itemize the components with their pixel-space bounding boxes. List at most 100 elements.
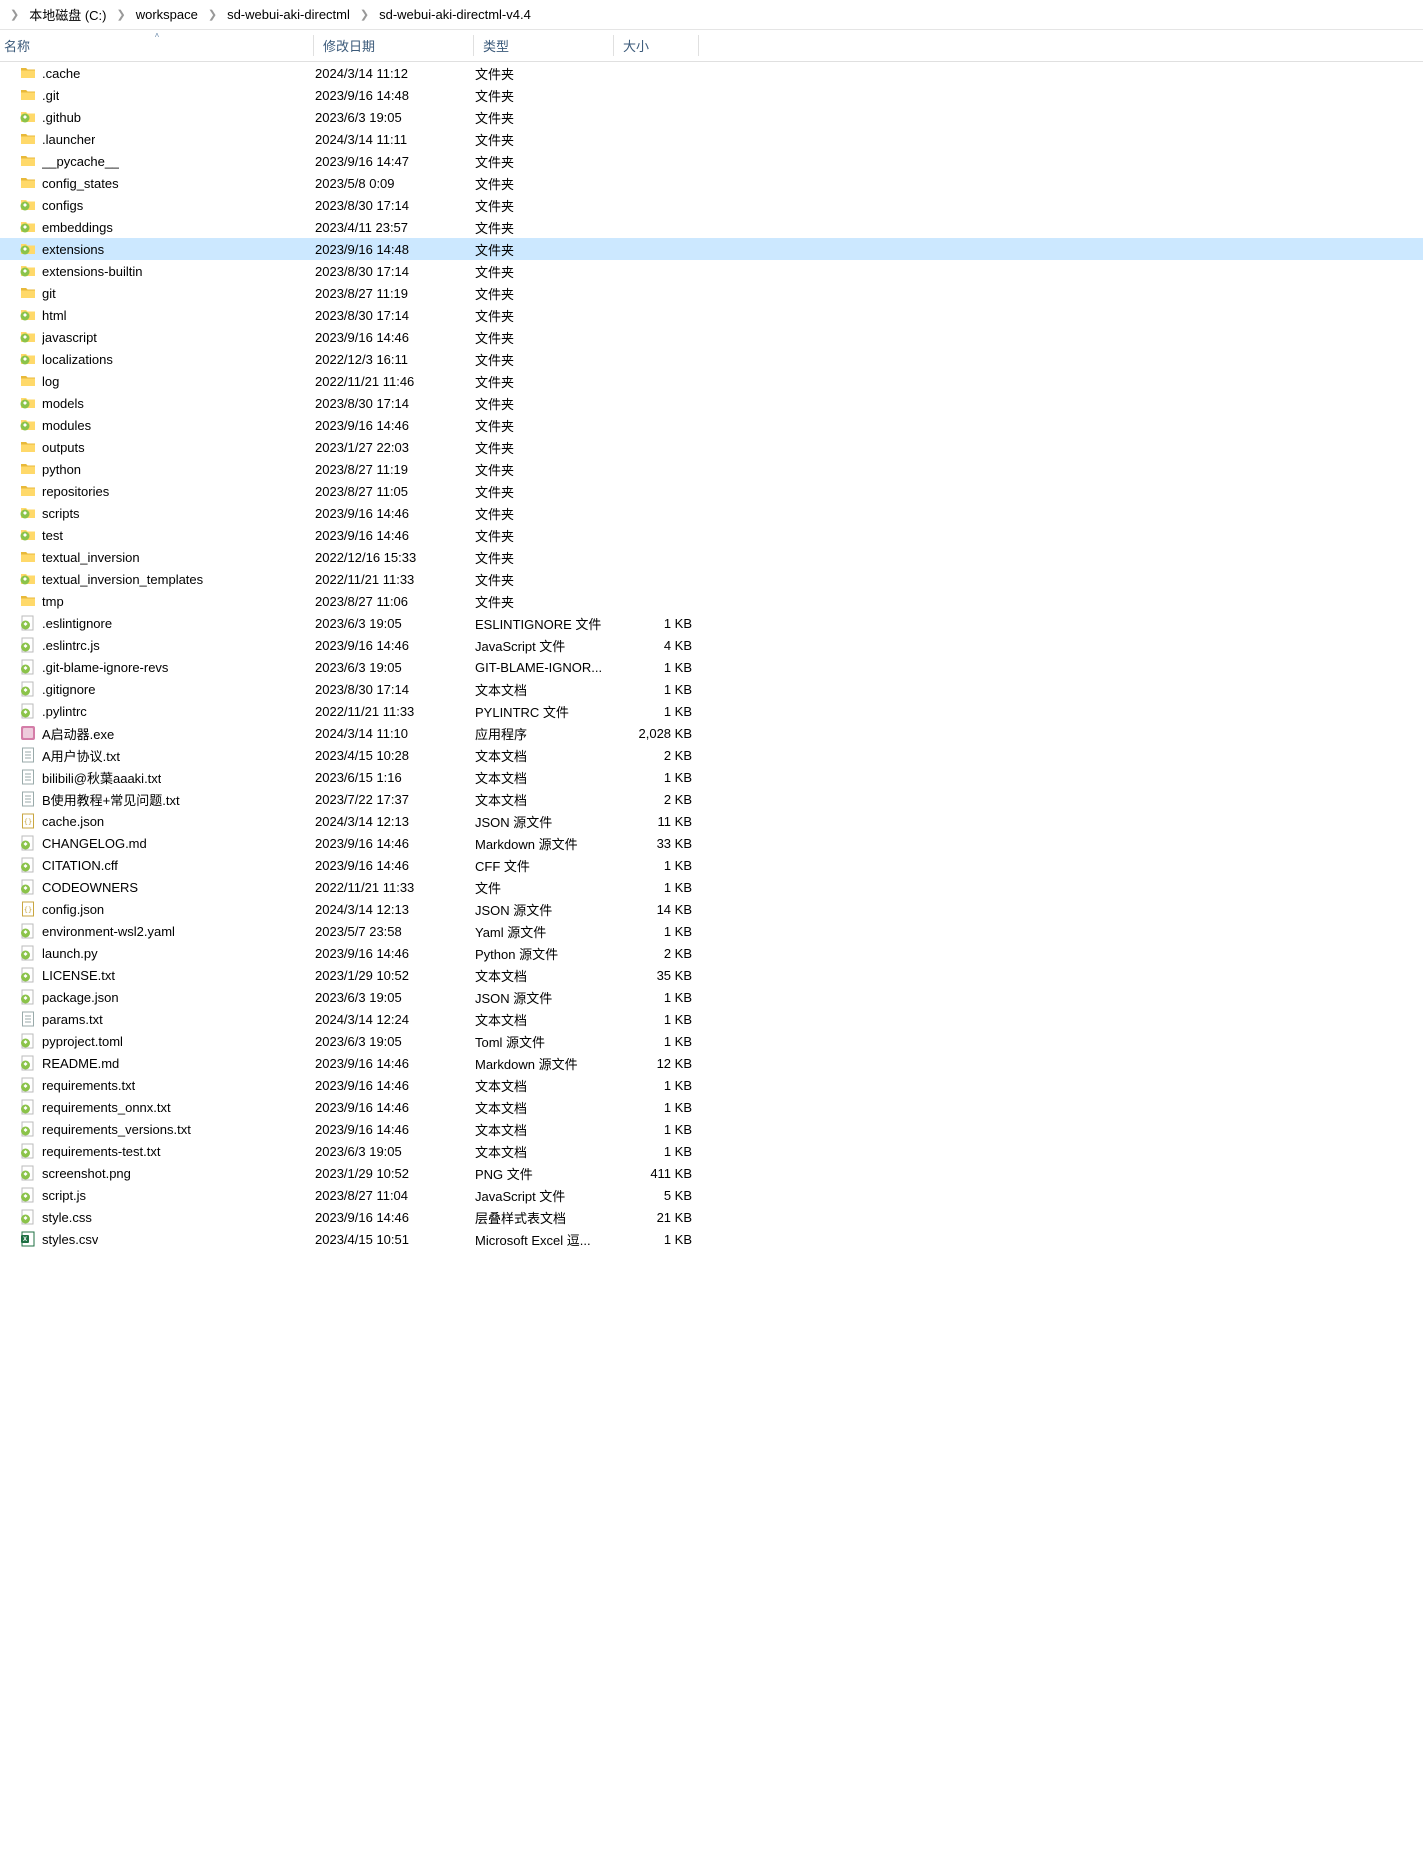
file-date: 2023/6/3 19:05 xyxy=(315,1034,475,1049)
file-row[interactable]: README.md2023/9/16 14:46Markdown 源文件12 K… xyxy=(0,1052,1423,1074)
file-name-cell: textual_inversion xyxy=(0,549,315,565)
file-row[interactable]: .github2023/6/3 19:05文件夹 xyxy=(0,106,1423,128)
file-row[interactable]: extensions-builtin2023/8/30 17:14文件夹 xyxy=(0,260,1423,282)
file-row[interactable]: textual_inversion2022/12/16 15:33文件夹 xyxy=(0,546,1423,568)
file-row[interactable]: styles.csv2023/4/15 10:51Microsoft Excel… xyxy=(0,1228,1423,1250)
file-name-cell: .eslintignore xyxy=(0,615,315,631)
breadcrumb-segment[interactable]: 本地磁盘 (C:) xyxy=(25,3,110,26)
file-row[interactable]: .git-blame-ignore-revs2023/6/3 19:05GIT-… xyxy=(0,656,1423,678)
file-row[interactable]: html2023/8/30 17:14文件夹 xyxy=(0,304,1423,326)
file-name-cell: config.json xyxy=(0,901,315,917)
file-row[interactable]: repositories2023/8/27 11:05文件夹 xyxy=(0,480,1423,502)
file-row[interactable]: environment-wsl2.yaml2023/5/7 23:58Yaml … xyxy=(0,920,1423,942)
file-name: git xyxy=(42,286,56,301)
file-name: log xyxy=(42,374,59,389)
file-row[interactable]: .cache2024/3/14 11:12文件夹 xyxy=(0,62,1423,84)
file-type: JSON 源文件 xyxy=(475,988,615,1007)
file-name: config_states xyxy=(42,176,119,191)
file-row[interactable]: configs2023/8/30 17:14文件夹 xyxy=(0,194,1423,216)
file-name: models xyxy=(42,396,84,411)
file-name-cell: .launcher xyxy=(0,131,315,147)
file-row[interactable]: python2023/8/27 11:19文件夹 xyxy=(0,458,1423,480)
file-type: 文件夹 xyxy=(475,394,615,413)
column-header-type[interactable]: 类型 xyxy=(475,30,615,61)
file-row[interactable]: .eslintrc.js2023/9/16 14:46JavaScript 文件… xyxy=(0,634,1423,656)
file-row[interactable]: pyproject.toml2023/6/3 19:05Toml 源文件1 KB xyxy=(0,1030,1423,1052)
file-row[interactable]: config_states2023/5/8 0:09文件夹 xyxy=(0,172,1423,194)
file-type: 应用程序 xyxy=(475,724,615,743)
breadcrumb[interactable]: ❯ 本地磁盘 (C:) ❯ workspace ❯ sd-webui-aki-d… xyxy=(0,0,1423,30)
file-row[interactable]: .pylintrc2022/11/21 11:33PYLINTRC 文件1 KB xyxy=(0,700,1423,722)
file-date: 2024/3/14 11:12 xyxy=(315,66,475,81)
file-type: 文件夹 xyxy=(475,218,615,237)
breadcrumb-segment[interactable]: workspace xyxy=(132,5,202,24)
column-header-date[interactable]: 修改日期 xyxy=(315,30,475,61)
file-row[interactable]: git2023/8/27 11:19文件夹 xyxy=(0,282,1423,304)
file-row[interactable]: tmp2023/8/27 11:06文件夹 xyxy=(0,590,1423,612)
file-row[interactable]: textual_inversion_templates2022/11/21 11… xyxy=(0,568,1423,590)
file-row[interactable]: LICENSE.txt2023/1/29 10:52文本文档35 KB xyxy=(0,964,1423,986)
file-name: outputs xyxy=(42,440,85,455)
file-row[interactable]: script.js2023/8/27 11:04JavaScript 文件5 K… xyxy=(0,1184,1423,1206)
file-name: configs xyxy=(42,198,83,213)
column-header-name[interactable]: ˄ 名称 xyxy=(0,30,315,61)
file-row[interactable]: bilibili@秋葉aaaki.txt2023/6/15 1:16文本文档1 … xyxy=(0,766,1423,788)
txt-icon xyxy=(20,769,36,785)
file-row[interactable]: launch.py2023/9/16 14:46Python 源文件2 KB xyxy=(0,942,1423,964)
column-header-size[interactable]: 大小 xyxy=(615,30,700,61)
file-row[interactable]: params.txt2024/3/14 12:24文本文档1 KB xyxy=(0,1008,1423,1030)
file-name: style.css xyxy=(42,1210,92,1225)
file-date: 2023/9/16 14:48 xyxy=(315,242,475,257)
file-row[interactable]: A启动器.exe2024/3/14 11:10应用程序2,028 KB xyxy=(0,722,1423,744)
file-date: 2023/9/16 14:48 xyxy=(315,88,475,103)
file-row[interactable]: scripts2023/9/16 14:46文件夹 xyxy=(0,502,1423,524)
file-row[interactable]: outputs2023/1/27 22:03文件夹 xyxy=(0,436,1423,458)
file-type: 文本文档 xyxy=(475,1098,615,1117)
file-row[interactable]: requirements.txt2023/9/16 14:46文本文档1 KB xyxy=(0,1074,1423,1096)
file-row[interactable]: .launcher2024/3/14 11:11文件夹 xyxy=(0,128,1423,150)
file-row[interactable]: localizations2022/12/3 16:11文件夹 xyxy=(0,348,1423,370)
breadcrumb-segment[interactable]: sd-webui-aki-directml-v4.4 xyxy=(375,5,535,24)
file-row[interactable]: config.json2024/3/14 12:13JSON 源文件14 KB xyxy=(0,898,1423,920)
file-row[interactable]: modules2023/9/16 14:46文件夹 xyxy=(0,414,1423,436)
file-name: tmp xyxy=(42,594,64,609)
file-name: requirements_versions.txt xyxy=(42,1122,191,1137)
gitfile-icon xyxy=(20,659,36,675)
file-date: 2023/6/15 1:16 xyxy=(315,770,475,785)
file-row[interactable]: models2023/8/30 17:14文件夹 xyxy=(0,392,1423,414)
file-row[interactable]: cache.json2024/3/14 12:13JSON 源文件11 KB xyxy=(0,810,1423,832)
file-row[interactable]: javascript2023/9/16 14:46文件夹 xyxy=(0,326,1423,348)
file-row[interactable]: CITATION.cff2023/9/16 14:46CFF 文件1 KB xyxy=(0,854,1423,876)
file-row[interactable]: package.json2023/6/3 19:05JSON 源文件1 KB xyxy=(0,986,1423,1008)
file-row[interactable]: requirements-test.txt2023/6/3 19:05文本文档1… xyxy=(0,1140,1423,1162)
file-row[interactable]: test2023/9/16 14:46文件夹 xyxy=(0,524,1423,546)
breadcrumb-segment[interactable]: sd-webui-aki-directml xyxy=(223,5,354,24)
file-row[interactable]: extensions2023/9/16 14:48文件夹 xyxy=(0,238,1423,260)
file-type: 文本文档 xyxy=(475,746,615,765)
file-row[interactable]: screenshot.png2023/1/29 10:52PNG 文件411 K… xyxy=(0,1162,1423,1184)
file-row[interactable]: B使用教程+常见问题.txt2023/7/22 17:37文本文档2 KB xyxy=(0,788,1423,810)
file-row[interactable]: .gitignore2023/8/30 17:14文本文档1 KB xyxy=(0,678,1423,700)
file-row[interactable]: log2022/11/21 11:46文件夹 xyxy=(0,370,1423,392)
file-name-cell: repositories xyxy=(0,483,315,499)
file-row[interactable]: CODEOWNERS2022/11/21 11:33文件1 KB xyxy=(0,876,1423,898)
file-name: requirements-test.txt xyxy=(42,1144,161,1159)
file-row[interactable]: requirements_versions.txt2023/9/16 14:46… xyxy=(0,1118,1423,1140)
file-size: 35 KB xyxy=(615,968,700,983)
file-size: 12 KB xyxy=(615,1056,700,1071)
file-name: params.txt xyxy=(42,1012,103,1027)
file-name-cell: test xyxy=(0,527,315,543)
file-type: 文本文档 xyxy=(475,768,615,787)
file-row[interactable]: .eslintignore2023/6/3 19:05ESLINTIGNORE … xyxy=(0,612,1423,634)
file-date: 2023/6/3 19:05 xyxy=(315,990,475,1005)
file-row[interactable]: style.css2023/9/16 14:46层叠样式表文档21 KB xyxy=(0,1206,1423,1228)
file-date: 2023/8/27 11:04 xyxy=(315,1188,475,1203)
file-row[interactable]: embeddings2023/4/11 23:57文件夹 xyxy=(0,216,1423,238)
file-row[interactable]: CHANGELOG.md2023/9/16 14:46Markdown 源文件3… xyxy=(0,832,1423,854)
file-row[interactable]: A用户协议.txt2023/4/15 10:28文本文档2 KB xyxy=(0,744,1423,766)
file-type: CFF 文件 xyxy=(475,856,615,875)
file-row[interactable]: .git2023/9/16 14:48文件夹 xyxy=(0,84,1423,106)
file-row[interactable]: requirements_onnx.txt2023/9/16 14:46文本文档… xyxy=(0,1096,1423,1118)
file-date: 2024/3/14 11:10 xyxy=(315,726,475,741)
file-row[interactable]: __pycache__2023/9/16 14:47文件夹 xyxy=(0,150,1423,172)
